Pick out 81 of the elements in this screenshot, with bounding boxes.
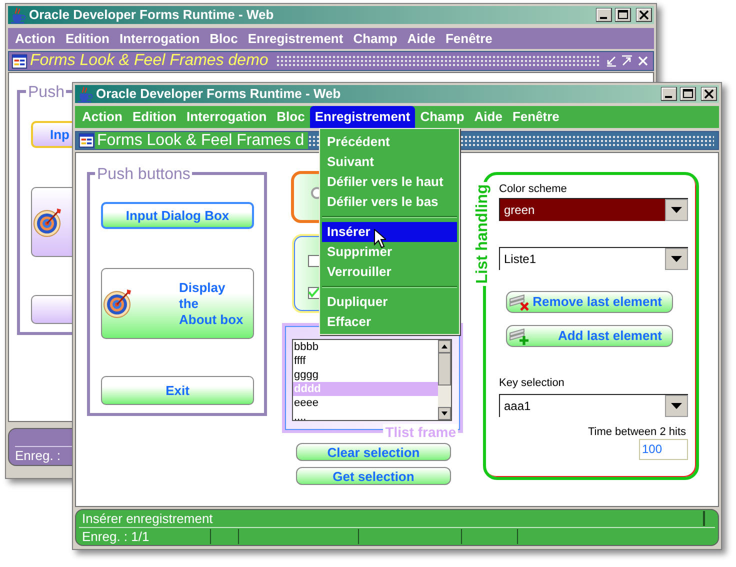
form-title: Forms Look & Feel Frames d — [95, 132, 308, 149]
menu-item[interactable]: Interrogation — [182, 106, 272, 128]
field-label: Color scheme — [499, 182, 567, 197]
menu-item[interactable]: Défiler vers le haut — [322, 172, 457, 192]
menu-item[interactable]: Action — [77, 106, 128, 128]
menu-item[interactable]: Dupliquer — [322, 292, 457, 312]
menu-item[interactable]: Edition — [127, 106, 182, 128]
scrollbar[interactable] — [438, 340, 451, 420]
push-button[interactable]: Get selection — [296, 467, 451, 485]
push-button[interactable]: Clear selection — [296, 443, 451, 461]
maximize-button[interactable] — [615, 8, 631, 22]
checkbox[interactable] — [308, 255, 320, 267]
caret-icon — [665, 248, 688, 270]
dropdown[interactable]: green — [499, 198, 688, 221]
menu-item[interactable]: Aide — [402, 28, 440, 49]
menu-item[interactable]: Enregistrement — [310, 106, 416, 128]
window-title: Oracle Developer Forms Runtime - Web — [96, 85, 341, 104]
status-text: Enreg. : — [14, 447, 62, 465]
menu-item[interactable]: Champ — [348, 28, 402, 49]
list-item[interactable]: ffff — [293, 354, 438, 368]
list-item[interactable]: gggg — [293, 368, 438, 382]
status-text: Enreg. : 1/1 — [81, 528, 150, 546]
field-label: Time between 2 hits — [588, 425, 686, 440]
menu-item[interactable]: Précédent — [322, 132, 457, 152]
window-title: Oracle Developer Forms Runtime - Web — [29, 6, 274, 24]
menu-item[interactable]: Action — [10, 28, 60, 49]
maximize-icon[interactable] — [621, 55, 633, 67]
list-item[interactable]: .... — [293, 410, 438, 420]
list-box[interactable]: bbbb ffff gggg dddd eeee .... — [292, 339, 452, 421]
cup-icon — [10, 6, 26, 24]
menu-item[interactable]: Bloc — [204, 28, 243, 49]
frame-label: List handling — [474, 182, 492, 286]
dropdown[interactable]: Liste1 — [499, 247, 688, 270]
push-button[interactable]: Inp — [31, 121, 72, 148]
menu-item[interactable]: Fenêtre — [440, 28, 498, 49]
push-button[interactable]: Add last element — [506, 325, 673, 347]
form-icon — [11, 52, 28, 70]
checkbox[interactable] — [308, 287, 320, 299]
push-button[interactable]: Remove last element — [506, 291, 673, 313]
push-button[interactable]: Exit — [101, 376, 254, 405]
menu-item[interactable]: Défiler vers le bas — [322, 192, 457, 212]
form-title: Forms Look & Feel Frames demo — [29, 51, 270, 71]
time-field[interactable]: 100 — [639, 439, 688, 460]
menu-item[interactable]: Edition — [60, 28, 114, 49]
minimize-button[interactable] — [596, 8, 612, 22]
cup-icon — [77, 86, 93, 102]
target-icon — [103, 287, 133, 320]
caret-icon — [665, 395, 688, 417]
status-text: Insérer enregistrement — [81, 510, 214, 528]
minimize-icon[interactable] — [605, 55, 617, 67]
target-icon — [33, 206, 63, 238]
menu-item[interactable]: Interrogation — [114, 28, 205, 49]
menu-item[interactable]: Effacer — [322, 312, 457, 332]
close-button[interactable] — [701, 87, 717, 101]
menu-item[interactable]: Suivant — [322, 152, 457, 172]
menu-item[interactable]: Verrouiller — [322, 262, 457, 282]
dropdown[interactable]: aaa1 — [499, 394, 688, 417]
field-label: Key selection — [499, 376, 564, 391]
push-button[interactable]: Input Dialog Box — [101, 202, 254, 229]
push-button[interactable] — [31, 295, 72, 324]
push-button[interactable]: Display the About box — [101, 268, 254, 339]
form-icon — [78, 132, 95, 149]
minimize-button[interactable] — [661, 87, 677, 101]
close-icon[interactable] — [637, 55, 649, 67]
menu-item[interactable]: Supprimer — [322, 242, 457, 262]
list-item[interactable]: eeee — [293, 396, 438, 410]
mouse-cursor-icon — [374, 229, 386, 248]
frame-label: Tlist frame — [383, 424, 458, 440]
push-button[interactable] — [31, 187, 72, 257]
menu-item[interactable]: Bloc — [272, 106, 310, 128]
menu-item[interactable]: Enregistrement — [242, 28, 348, 49]
list-delete-icon — [509, 292, 531, 312]
caret-icon — [665, 199, 688, 221]
list-add-icon — [509, 326, 531, 346]
list-item[interactable]: bbbb — [293, 340, 438, 354]
close-button[interactable] — [636, 8, 652, 22]
maximize-button[interactable] — [680, 87, 696, 101]
menu-item[interactable]: Insérer — [322, 222, 457, 242]
menu-item[interactable]: Aide — [469, 106, 508, 128]
menu-item[interactable]: Champ — [415, 106, 470, 128]
menu-item[interactable]: Fenêtre — [507, 106, 564, 128]
